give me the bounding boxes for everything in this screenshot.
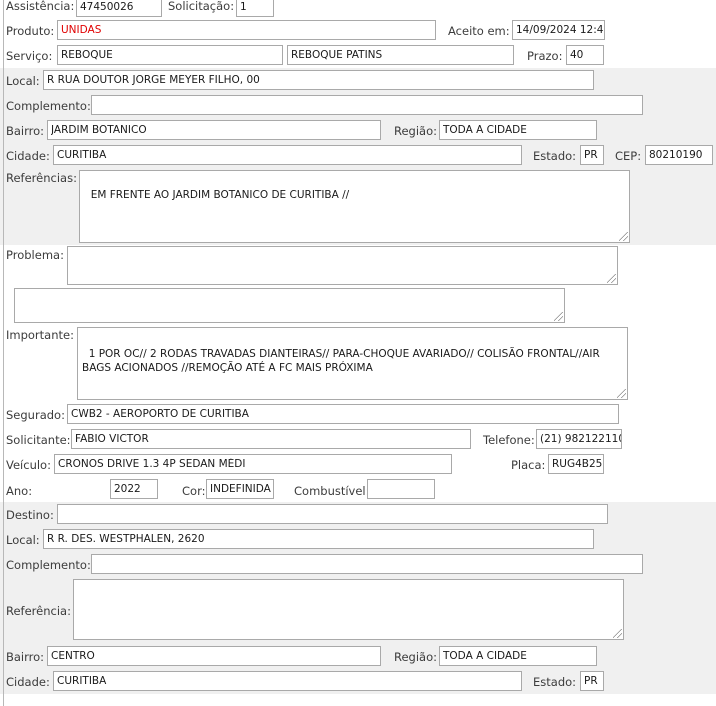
regiao-input[interactable] bbox=[439, 120, 597, 140]
aceito-em-label: Aceito em: bbox=[448, 24, 510, 38]
resize-handle-icon[interactable] bbox=[617, 389, 626, 398]
segurado-input[interactable] bbox=[67, 404, 619, 424]
complemento-label: Complemento: bbox=[6, 99, 91, 113]
resize-handle-icon[interactable] bbox=[619, 232, 628, 241]
destino-cidade-input[interactable] bbox=[53, 671, 522, 691]
bairro-input[interactable] bbox=[47, 120, 381, 140]
problema-textarea[interactable] bbox=[67, 246, 618, 285]
destino-estado-input[interactable] bbox=[580, 671, 604, 691]
referencias-label: Referências: bbox=[6, 171, 77, 185]
destino-bairro-label: Bairro: bbox=[6, 650, 45, 664]
prazo-input[interactable] bbox=[566, 45, 604, 65]
destino-label: Destino: bbox=[6, 508, 54, 522]
destino-referencia-textarea[interactable] bbox=[73, 579, 624, 640]
assistencia-label: Assistência: bbox=[6, 0, 75, 13]
produto-input[interactable] bbox=[57, 20, 436, 40]
destino-regiao-input[interactable] bbox=[439, 646, 597, 666]
destino-complemento-label: Complemento: bbox=[6, 558, 91, 572]
local-label: Local: bbox=[6, 74, 40, 88]
destino-input[interactable] bbox=[57, 504, 608, 524]
servico-detail-input[interactable] bbox=[287, 45, 514, 65]
ano-input[interactable] bbox=[110, 479, 158, 499]
produto-label: Produto: bbox=[6, 24, 55, 38]
solicitante-label: Solicitante: bbox=[6, 433, 71, 447]
assistencia-input[interactable] bbox=[76, 0, 162, 17]
cep-input[interactable] bbox=[645, 145, 713, 165]
referencias-text: EM FRENTE AO JARDIM BOTANICO DE CURITIBA… bbox=[90, 189, 350, 201]
complemento-input[interactable] bbox=[91, 95, 643, 115]
telefone-label: Telefone: bbox=[483, 433, 535, 447]
placa-input[interactable] bbox=[548, 454, 604, 474]
solicitacao-label: Solicitação: bbox=[168, 0, 235, 13]
referencias-textarea[interactable]: EM FRENTE AO JARDIM BOTANICO DE CURITIBA… bbox=[79, 170, 630, 243]
importante-textarea[interactable]: 1 POR OC// 2 RODAS TRAVADAS DIANTEIRAS//… bbox=[77, 327, 628, 400]
ano-label: Ano: bbox=[6, 484, 33, 498]
destino-bairro-input[interactable] bbox=[47, 646, 381, 666]
resize-handle-icon[interactable] bbox=[607, 274, 616, 283]
segurado-label: Segurado: bbox=[6, 408, 65, 422]
prazo-label: Prazo: bbox=[527, 49, 563, 63]
bairro-label: Bairro: bbox=[6, 124, 45, 138]
problema-label: Problema: bbox=[6, 248, 64, 262]
destino-referencia-label: Referência: bbox=[6, 604, 71, 618]
resize-handle-icon[interactable] bbox=[613, 629, 622, 638]
combustivel-label: Combustível: bbox=[294, 484, 370, 498]
problema-detail-textarea[interactable] bbox=[14, 288, 565, 323]
servico-label: Serviço: bbox=[6, 49, 53, 63]
importante-label: Importante: bbox=[6, 328, 74, 342]
cidade-input[interactable] bbox=[53, 145, 522, 165]
regiao-label: Região: bbox=[394, 124, 438, 138]
destino-local-input[interactable] bbox=[43, 529, 594, 549]
local-input[interactable] bbox=[43, 70, 594, 90]
destino-estado-label: Estado: bbox=[533, 675, 577, 689]
veiculo-label: Veículo: bbox=[6, 458, 51, 472]
destino-regiao-label: Região: bbox=[394, 650, 438, 664]
estado-label: Estado: bbox=[533, 149, 577, 163]
cidade-label: Cidade: bbox=[6, 149, 50, 163]
solicitacao-input[interactable] bbox=[236, 0, 274, 17]
veiculo-input[interactable] bbox=[54, 454, 452, 474]
left-border bbox=[3, 0, 4, 706]
resize-handle-icon[interactable] bbox=[554, 312, 563, 321]
servico-input[interactable] bbox=[57, 45, 283, 65]
telefone-input[interactable] bbox=[536, 429, 622, 449]
cor-label: Cor: bbox=[182, 484, 206, 498]
aceito-em-input[interactable] bbox=[512, 20, 605, 40]
estado-input[interactable] bbox=[580, 145, 604, 165]
importante-text: 1 POR OC// 2 RODAS TRAVADAS DIANTEIRAS//… bbox=[82, 348, 604, 374]
combustivel-input[interactable] bbox=[367, 479, 435, 499]
solicitante-input[interactable] bbox=[71, 429, 471, 449]
destino-cidade-label: Cidade: bbox=[6, 675, 50, 689]
cep-label: CEP: bbox=[615, 149, 642, 163]
cor-input[interactable] bbox=[206, 479, 274, 499]
destino-complemento-input[interactable] bbox=[91, 554, 643, 574]
destino-local-label: Local: bbox=[6, 533, 40, 547]
placa-label: Placa: bbox=[511, 458, 546, 472]
